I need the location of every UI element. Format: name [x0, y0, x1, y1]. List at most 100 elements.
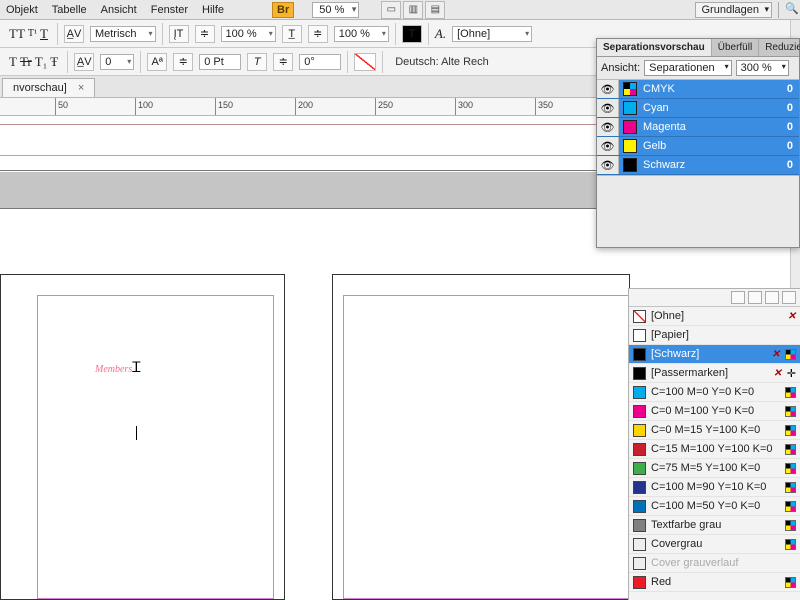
swatch-row[interactable]: [Passermarken]✕✛ [629, 364, 800, 383]
swatch-row[interactable]: C=0 M=100 Y=0 K=0 [629, 402, 800, 421]
skew-stepper[interactable]: ≑ [273, 53, 293, 71]
visibility-eye-icon[interactable]: 👁 [597, 156, 619, 174]
tab-separations[interactable]: Separationsvorschau [597, 39, 712, 56]
zoom-dropdown[interactable]: 50 % [312, 2, 359, 18]
search-icon[interactable]: 🔍 [778, 2, 794, 18]
tracking-field[interactable]: 0 [100, 54, 134, 70]
visibility-eye-icon[interactable]: 👁 [597, 99, 619, 117]
sep-zoom-dropdown[interactable]: 300 % [736, 60, 789, 76]
swatch-chip [633, 557, 646, 570]
swatch-tool-icon[interactable] [782, 291, 796, 304]
menu-hilfe[interactable]: Hilfe [202, 4, 224, 16]
swatch-row[interactable]: Covergrau [629, 535, 800, 554]
smallcaps-icon[interactable]: T¹ [28, 28, 37, 39]
strikethrough-icon[interactable]: Tr [20, 54, 32, 70]
swatch-chip [633, 462, 646, 475]
arrange-icon[interactable]: ▥ [403, 1, 423, 19]
page-left[interactable] [0, 274, 285, 600]
baseline-field[interactable]: 0 Pt [199, 54, 241, 70]
tab-trap[interactable]: Überfüll [712, 39, 759, 56]
guide-line [0, 124, 630, 125]
vscale-field[interactable]: 100 % [221, 26, 276, 42]
separation-name: Schwarz [641, 159, 781, 171]
skew-icon[interactable]: T [247, 53, 267, 71]
separation-row[interactable]: 👁 Schwarz0 [597, 156, 799, 175]
baseline-icon[interactable]: Aª [147, 53, 167, 71]
swatch-label: Textfarbe grau [651, 519, 780, 531]
page-right[interactable] [332, 274, 630, 600]
menu-ansicht[interactable]: Ansicht [101, 4, 137, 16]
separation-row[interactable]: 👁CMYK0 [597, 80, 799, 99]
hscale-field[interactable]: 100 % [334, 26, 389, 42]
swatch-chip [633, 576, 646, 589]
swatch-row[interactable]: [Papier] [629, 326, 800, 345]
swatch-chip [633, 538, 646, 551]
tab-flatten[interactable]: Reduzie [759, 39, 800, 56]
vscale-icon[interactable]: ĮT [169, 25, 189, 43]
tracking-icon[interactable]: A̲V [74, 53, 94, 71]
menu-tabelle[interactable]: Tabelle [52, 4, 87, 16]
subscript-icon[interactable]: T [9, 54, 17, 70]
margin-frame [37, 295, 274, 599]
swatch-row[interactable]: C=75 M=5 Y=100 K=0 [629, 459, 800, 478]
swatch-chip [633, 519, 646, 532]
document-canvas[interactable]: Members Ꮖ [0, 116, 630, 600]
workspace-dropdown[interactable]: Grundlagen [695, 2, 773, 18]
view-mode-dropdown[interactable]: Separationen [644, 60, 731, 76]
swatch-tool-icon[interactable] [748, 291, 762, 304]
swatch-row[interactable]: [Schwarz]✕ [629, 345, 800, 364]
baseline-stepper[interactable]: ≑ [173, 53, 193, 71]
visibility-eye-icon[interactable]: 👁 [597, 137, 619, 155]
menu-fenster[interactable]: Fenster [151, 4, 188, 16]
swatch-row[interactable]: C=100 M=90 Y=10 K=0 [629, 478, 800, 497]
view-icon[interactable]: ▤ [425, 1, 445, 19]
swatch-tool-icon[interactable] [765, 291, 779, 304]
swatch-row[interactable]: Red [629, 573, 800, 592]
swatch-row[interactable]: [Ohne]✕ [629, 307, 800, 326]
swatch-tool-icon[interactable] [731, 291, 745, 304]
separation-row[interactable]: 👁Magenta0 [597, 118, 799, 137]
swatch-label: C=0 M=15 Y=100 K=0 [651, 424, 780, 436]
margin-frame [343, 295, 629, 599]
swatch-row[interactable]: C=0 M=15 Y=100 K=0 [629, 421, 800, 440]
bridge-badge[interactable]: Br [272, 2, 294, 18]
hscale-icon[interactable]: T̲ [282, 25, 302, 43]
separation-value: 0 [781, 159, 799, 171]
swatch-row[interactable]: C=100 M=50 Y=0 K=0 [629, 497, 800, 516]
kerning-dropdown[interactable]: Metrisch [90, 26, 156, 42]
separations-panel[interactable]: Separationsvorschau Überfüll Reduzie Ans… [596, 38, 800, 248]
visibility-eye-icon[interactable]: 👁 [597, 80, 619, 98]
tcase-icon[interactable]: T₁ [35, 54, 47, 70]
text-members[interactable]: Members [95, 364, 132, 375]
screen-mode-icon[interactable]: ▭ [381, 1, 401, 19]
swatches-panel[interactable]: [Ohne]✕[Papier][Schwarz]✕[Passermarken]✕… [628, 288, 800, 600]
close-tab-icon[interactable]: × [78, 82, 84, 94]
swatch-row[interactable]: Textfarbe grau [629, 516, 800, 535]
swatch-chip [633, 443, 646, 456]
swatch-label: Covergrau [651, 538, 780, 550]
separation-row[interactable]: 👁Cyan0 [597, 99, 799, 118]
charstyle-icon: A. [435, 26, 446, 42]
hscale-stepper[interactable]: ≑ [308, 25, 328, 43]
underline-icon[interactable]: T [40, 26, 48, 42]
swatch-row[interactable]: C=15 M=100 Y=100 K=0 [629, 440, 800, 459]
outline-icon[interactable]: Ŧ [50, 54, 58, 70]
swatch-label: Red [651, 576, 780, 588]
no-fill-icon[interactable] [354, 53, 376, 71]
menu-objekt[interactable]: Objekt [6, 4, 38, 16]
swatch-row[interactable]: Cover grauverlauf [629, 554, 800, 573]
separation-name: Magenta [641, 121, 781, 133]
separations-empty-area [597, 175, 799, 247]
charstyle-dropdown[interactable]: [Ohne] [452, 26, 532, 42]
document-tab[interactable]: nvorschau] × [2, 78, 95, 97]
skew-field[interactable]: 0° [299, 54, 341, 70]
registration-icon: ✛ [787, 367, 796, 380]
fill-icon[interactable]: T [402, 25, 422, 43]
vscale-stepper[interactable]: ≑ [195, 25, 215, 43]
separation-row[interactable]: 👁Gelb0 [597, 137, 799, 156]
cmyk-icon [785, 577, 796, 588]
visibility-eye-icon[interactable]: 👁 [597, 118, 619, 136]
kerning-icon[interactable]: A̲V [64, 25, 84, 43]
superscript-icon[interactable]: TT [9, 26, 25, 42]
swatch-row[interactable]: C=100 M=0 Y=0 K=0 [629, 383, 800, 402]
